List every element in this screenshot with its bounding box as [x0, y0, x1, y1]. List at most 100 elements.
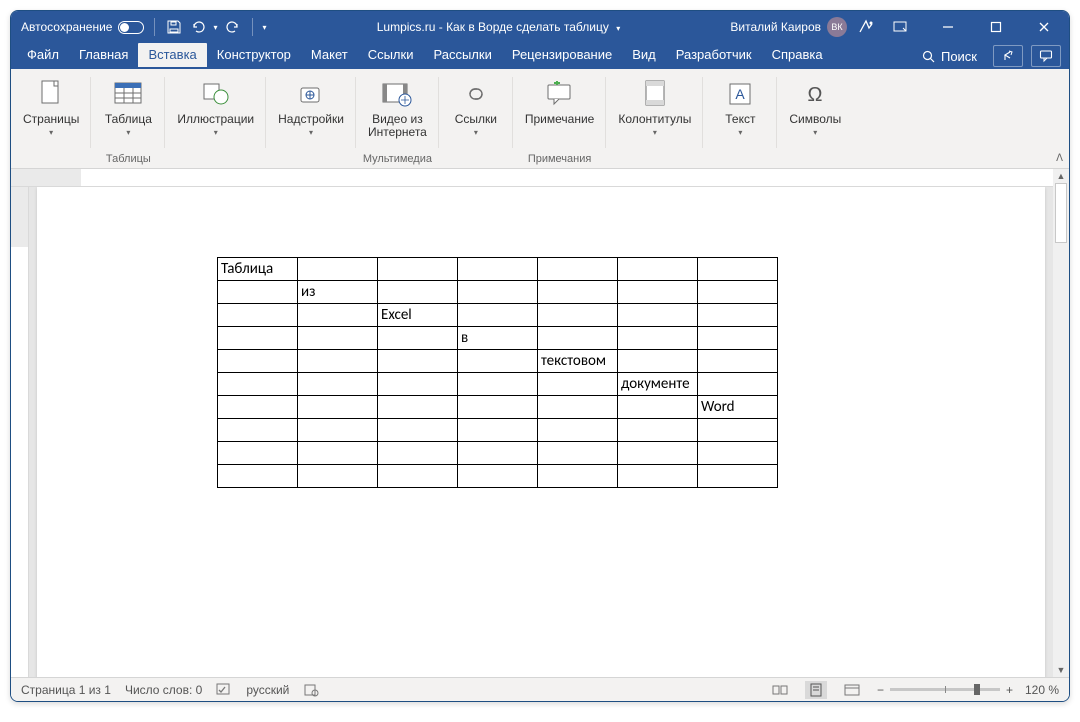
tab-вставка[interactable]: Вставка — [138, 43, 206, 69]
undo-icon[interactable] — [189, 18, 207, 36]
table-cell[interactable] — [538, 327, 618, 350]
table-cell[interactable] — [218, 373, 298, 396]
table-cell[interactable] — [218, 327, 298, 350]
coming-soon-icon[interactable] — [857, 18, 875, 36]
table-cell[interactable] — [538, 281, 618, 304]
online-video-button[interactable]: Видео изИнтернета — [362, 73, 433, 143]
table-cell[interactable] — [218, 442, 298, 465]
table-cell[interactable] — [458, 304, 538, 327]
table-cell[interactable]: в — [458, 327, 538, 350]
addins-button[interactable]: Надстройки ▾ — [272, 73, 350, 141]
table-cell[interactable] — [698, 258, 778, 281]
table-cell[interactable] — [218, 396, 298, 419]
table-cell[interactable] — [618, 281, 698, 304]
illustrations-button[interactable]: Иллюстрации ▾ — [171, 73, 260, 141]
table-cell[interactable] — [698, 327, 778, 350]
tab-макет[interactable]: Макет — [301, 43, 358, 69]
print-layout-icon[interactable] — [805, 681, 827, 699]
table-cell[interactable] — [298, 419, 378, 442]
tab-разработчик[interactable]: Разработчик — [666, 43, 762, 69]
vertical-scrollbar[interactable]: ▲ ▼ — [1053, 169, 1069, 677]
spellcheck-icon[interactable] — [216, 683, 232, 697]
page[interactable]: ТаблицаизExcelвтекстовомдокументеWord — [37, 187, 1045, 677]
search-box[interactable]: Поиск — [914, 49, 985, 64]
headerfooter-button[interactable]: Колонтитулы ▾ — [612, 73, 697, 141]
table-cell[interactable] — [618, 350, 698, 373]
pages-button[interactable]: Страницы ▾ — [17, 73, 85, 141]
table-cell[interactable] — [218, 465, 298, 488]
table-cell[interactable] — [458, 419, 538, 442]
horizontal-ruler[interactable] — [11, 169, 1053, 187]
table-cell[interactable] — [538, 258, 618, 281]
table-cell[interactable] — [618, 396, 698, 419]
table-cell[interactable]: Word — [698, 396, 778, 419]
share-button[interactable] — [993, 45, 1023, 67]
collapse-ribbon-icon[interactable]: ᐱ — [1056, 153, 1063, 164]
table-cell[interactable] — [538, 465, 618, 488]
document-table[interactable]: ТаблицаизExcelвтекстовомдокументеWord — [217, 257, 778, 488]
tab-рассылки[interactable]: Рассылки — [423, 43, 501, 69]
table-cell[interactable]: из — [298, 281, 378, 304]
scroll-down-icon[interactable]: ▼ — [1053, 663, 1069, 677]
page-status[interactable]: Страница 1 из 1 — [21, 683, 111, 697]
comment-button[interactable]: Примечание — [519, 73, 600, 130]
scroll-up-icon[interactable]: ▲ — [1053, 169, 1069, 183]
redo-icon[interactable] — [224, 18, 242, 36]
table-cell[interactable]: документе — [618, 373, 698, 396]
table-cell[interactable] — [698, 373, 778, 396]
save-icon[interactable] — [165, 18, 183, 36]
zoom-in-icon[interactable]: + — [1006, 683, 1013, 697]
table-cell[interactable] — [618, 465, 698, 488]
table-cell[interactable] — [378, 396, 458, 419]
tab-справка[interactable]: Справка — [762, 43, 833, 69]
zoom-value[interactable]: 120 % — [1025, 683, 1059, 697]
table-cell[interactable] — [538, 373, 618, 396]
table-cell[interactable] — [298, 304, 378, 327]
tab-конструктор[interactable]: Конструктор — [207, 43, 301, 69]
tab-вид[interactable]: Вид — [622, 43, 666, 69]
undo-dropdown-icon[interactable]: ▾ — [213, 23, 217, 32]
table-cell[interactable] — [218, 304, 298, 327]
vertical-ruler[interactable] — [11, 187, 29, 677]
table-cell[interactable] — [538, 396, 618, 419]
table-cell[interactable] — [378, 465, 458, 488]
title-dropdown-icon[interactable]: ▾ — [616, 24, 620, 33]
table-cell[interactable] — [378, 373, 458, 396]
text-button[interactable]: A Текст ▾ — [709, 73, 771, 141]
table-cell[interactable] — [378, 419, 458, 442]
table-cell[interactable] — [618, 258, 698, 281]
table-cell[interactable] — [218, 281, 298, 304]
accessibility-icon[interactable] — [303, 683, 319, 697]
symbols-button[interactable]: Ω Символы ▾ — [783, 73, 847, 141]
table-cell[interactable] — [378, 327, 458, 350]
web-layout-icon[interactable] — [841, 681, 863, 699]
table-cell[interactable] — [698, 419, 778, 442]
table-cell[interactable] — [698, 465, 778, 488]
autosave-toggle[interactable]: Автосохранение — [21, 20, 144, 34]
table-cell[interactable] — [298, 350, 378, 373]
table-cell[interactable] — [618, 442, 698, 465]
table-cell[interactable] — [378, 350, 458, 373]
table-cell[interactable] — [218, 419, 298, 442]
table-cell[interactable] — [618, 327, 698, 350]
scroll-thumb[interactable] — [1055, 183, 1067, 243]
table-cell[interactable] — [618, 304, 698, 327]
table-cell[interactable] — [698, 281, 778, 304]
table-cell[interactable] — [218, 350, 298, 373]
word-count[interactable]: Число слов: 0 — [125, 683, 202, 697]
zoom-out-icon[interactable]: − — [877, 683, 884, 697]
minimize-button[interactable] — [925, 11, 971, 43]
table-cell[interactable]: Таблица — [218, 258, 298, 281]
table-cell[interactable]: текстовом — [538, 350, 618, 373]
table-cell[interactable] — [698, 304, 778, 327]
table-button[interactable]: Таблица ▾ — [97, 73, 159, 141]
table-cell[interactable] — [538, 304, 618, 327]
tab-главная[interactable]: Главная — [69, 43, 138, 69]
zoom-slider[interactable] — [890, 688, 1000, 691]
table-cell[interactable] — [458, 258, 538, 281]
table-cell[interactable] — [298, 442, 378, 465]
table-cell[interactable] — [458, 350, 538, 373]
table-cell[interactable] — [298, 258, 378, 281]
table-cell[interactable] — [298, 396, 378, 419]
table-cell[interactable] — [458, 442, 538, 465]
